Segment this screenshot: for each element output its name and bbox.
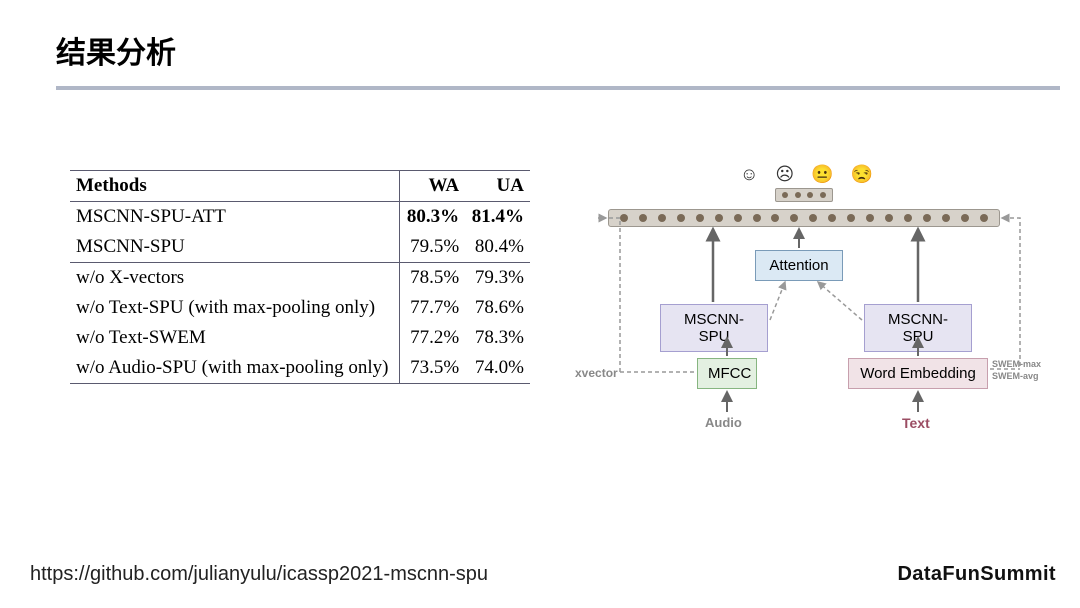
- attention-block: Attention: [755, 250, 843, 281]
- cell-wa: 77.7%: [400, 293, 465, 323]
- cell-method: w/o Text-SPU (with max-pooling only): [70, 293, 400, 323]
- cell-method: MSCNN-SPU-ATT: [70, 202, 400, 233]
- text-label: Text: [902, 415, 930, 431]
- mfcc-block: MFCC: [697, 358, 757, 389]
- cell-ua: 74.0%: [465, 353, 530, 384]
- cell-wa: 73.5%: [400, 353, 465, 384]
- cell-ua: 80.4%: [465, 232, 530, 263]
- cell-wa: 79.5%: [400, 232, 465, 263]
- cell-ua: 79.3%: [465, 263, 530, 294]
- cell-ua: 78.6%: [465, 293, 530, 323]
- table-row: w/o Text-SWEM 77.2% 78.3%: [70, 323, 530, 353]
- cell-method: w/o Text-SWEM: [70, 323, 400, 353]
- fused-vector-small: [775, 188, 833, 202]
- mscnn-spu-text-block: MSCNN-SPU: [864, 304, 972, 352]
- cell-wa: 80.3%: [400, 202, 465, 233]
- audio-label: Audio: [705, 415, 742, 430]
- table-row: w/o Audio-SPU (with max-pooling only) 73…: [70, 353, 530, 384]
- page-title: 结果分析: [0, 0, 1080, 82]
- cell-method: w/o Audio-SPU (with max-pooling only): [70, 353, 400, 384]
- results-table: Methods WA UA MSCNN-SPU-ATT 80.3% 81.4% …: [70, 170, 530, 384]
- table-row: MSCNN-SPU-ATT 80.3% 81.4%: [70, 202, 530, 233]
- results-table-container: Methods WA UA MSCNN-SPU-ATT 80.3% 81.4% …: [0, 170, 530, 450]
- cell-ua: 78.3%: [465, 323, 530, 353]
- brand-label: DataFunSummit: [897, 563, 1056, 586]
- cell-wa: 77.2%: [400, 323, 465, 353]
- source-url: https://github.com/julianyulu/icassp2021…: [30, 563, 488, 586]
- table-row: w/o Text-SPU (with max-pooling only) 77.…: [70, 293, 530, 323]
- swem-avg-label: SWEM-avg: [992, 371, 1039, 381]
- xvector-label: xvector: [575, 366, 618, 380]
- title-divider: [56, 86, 1060, 90]
- feature-bar: [608, 209, 1000, 227]
- cell-method: MSCNN-SPU: [70, 232, 400, 263]
- swem-max-label: SWEM-max: [992, 359, 1041, 369]
- table-row: MSCNN-SPU 79.5% 80.4%: [70, 232, 530, 263]
- mscnn-spu-audio-block: MSCNN-SPU: [660, 304, 768, 352]
- col-wa: WA: [400, 171, 465, 202]
- cell-method: w/o X-vectors: [70, 263, 400, 294]
- content-row: Methods WA UA MSCNN-SPU-ATT 80.3% 81.4% …: [0, 170, 1080, 450]
- col-methods: Methods: [70, 171, 400, 202]
- architecture-diagram: ☺ ☹ 😐 😒 Attention MSCNN-SPU MSCNN-SPU MF…: [560, 170, 1045, 450]
- cell-ua: 81.4%: [465, 202, 530, 233]
- col-ua: UA: [465, 171, 530, 202]
- word-embedding-block: Word Embedding: [848, 358, 988, 389]
- table-row: w/o X-vectors 78.5% 79.3%: [70, 263, 530, 294]
- emotion-icons: ☺ ☹ 😐 😒: [740, 164, 879, 185]
- cell-wa: 78.5%: [400, 263, 465, 294]
